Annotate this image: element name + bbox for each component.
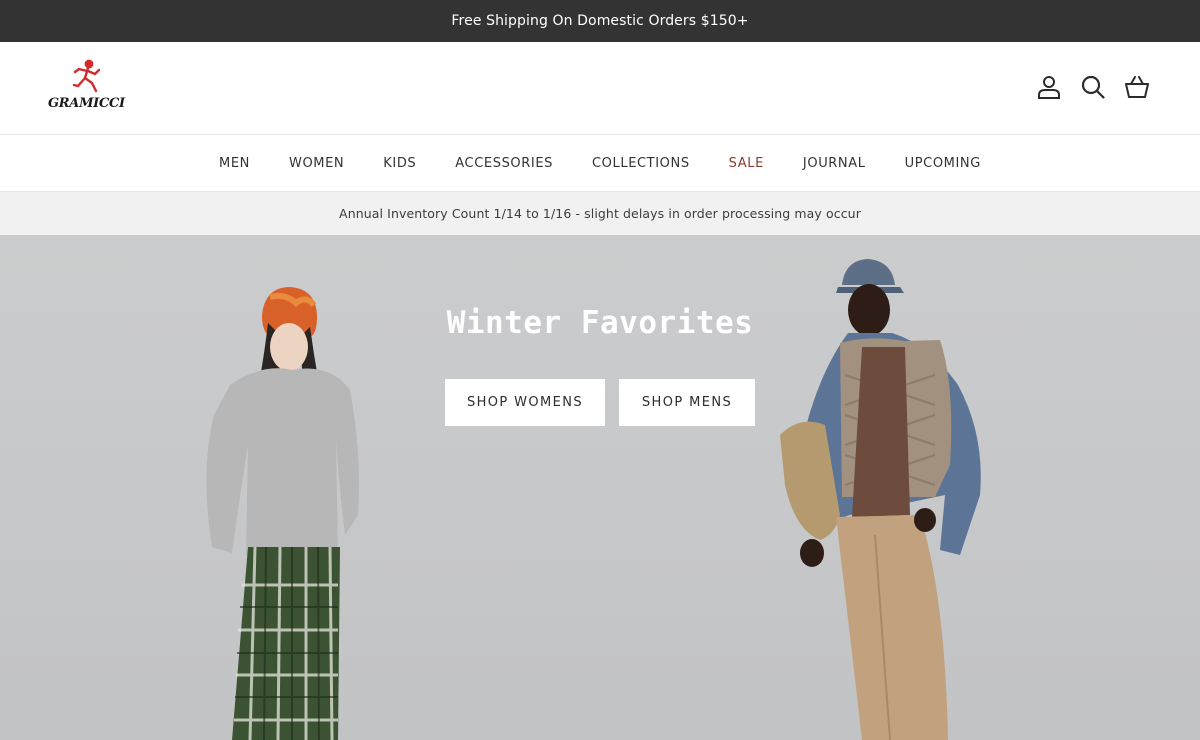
search-icon[interactable] bbox=[1080, 74, 1106, 100]
logo-wordmark: GRAMICCI bbox=[48, 96, 125, 111]
nav-item-upcoming[interactable]: UPCOMING bbox=[905, 156, 981, 171]
site-header: GRAMICCI bbox=[0, 42, 1200, 135]
notice-text: Annual Inventory Count 1/14 to 1/16 - sl… bbox=[339, 206, 861, 221]
nav-item-women[interactable]: WOMEN bbox=[289, 156, 344, 171]
nav-item-journal[interactable]: JOURNAL bbox=[803, 156, 866, 171]
account-icon[interactable] bbox=[1036, 74, 1062, 100]
model-left bbox=[206, 287, 359, 740]
main-nav: MEN WOMEN KIDS ACCESSORIES COLLECTIONS S… bbox=[0, 135, 1200, 192]
nav-item-collections[interactable]: COLLECTIONS bbox=[592, 156, 690, 171]
hero-buttons: SHOP WOMENS SHOP MENS bbox=[445, 379, 755, 426]
brand-logo[interactable]: GRAMICCI bbox=[48, 58, 125, 118]
nav-item-accessories[interactable]: ACCESSORIES bbox=[455, 156, 553, 171]
header-icons bbox=[1036, 74, 1150, 100]
hero-banner[interactable]: Winter Favorites SHOP WOMENS SHOP MENS bbox=[0, 235, 1200, 740]
running-man-logo-icon bbox=[72, 59, 101, 93]
promo-text: Free Shipping On Domestic Orders $150+ bbox=[451, 13, 749, 29]
nav-item-men[interactable]: MEN bbox=[219, 156, 250, 171]
hero-title: Winter Favorites bbox=[446, 305, 754, 341]
nav-item-kids[interactable]: KIDS bbox=[383, 156, 416, 171]
promo-bar: Free Shipping On Domestic Orders $150+ bbox=[0, 0, 1200, 42]
notice-bar: Annual Inventory Count 1/14 to 1/16 - sl… bbox=[0, 192, 1200, 235]
basket-icon[interactable] bbox=[1124, 74, 1150, 100]
nav-item-sale[interactable]: SALE bbox=[729, 156, 764, 171]
shop-womens-button[interactable]: SHOP WOMENS bbox=[445, 379, 605, 426]
shop-mens-button[interactable]: SHOP MENS bbox=[619, 379, 755, 426]
